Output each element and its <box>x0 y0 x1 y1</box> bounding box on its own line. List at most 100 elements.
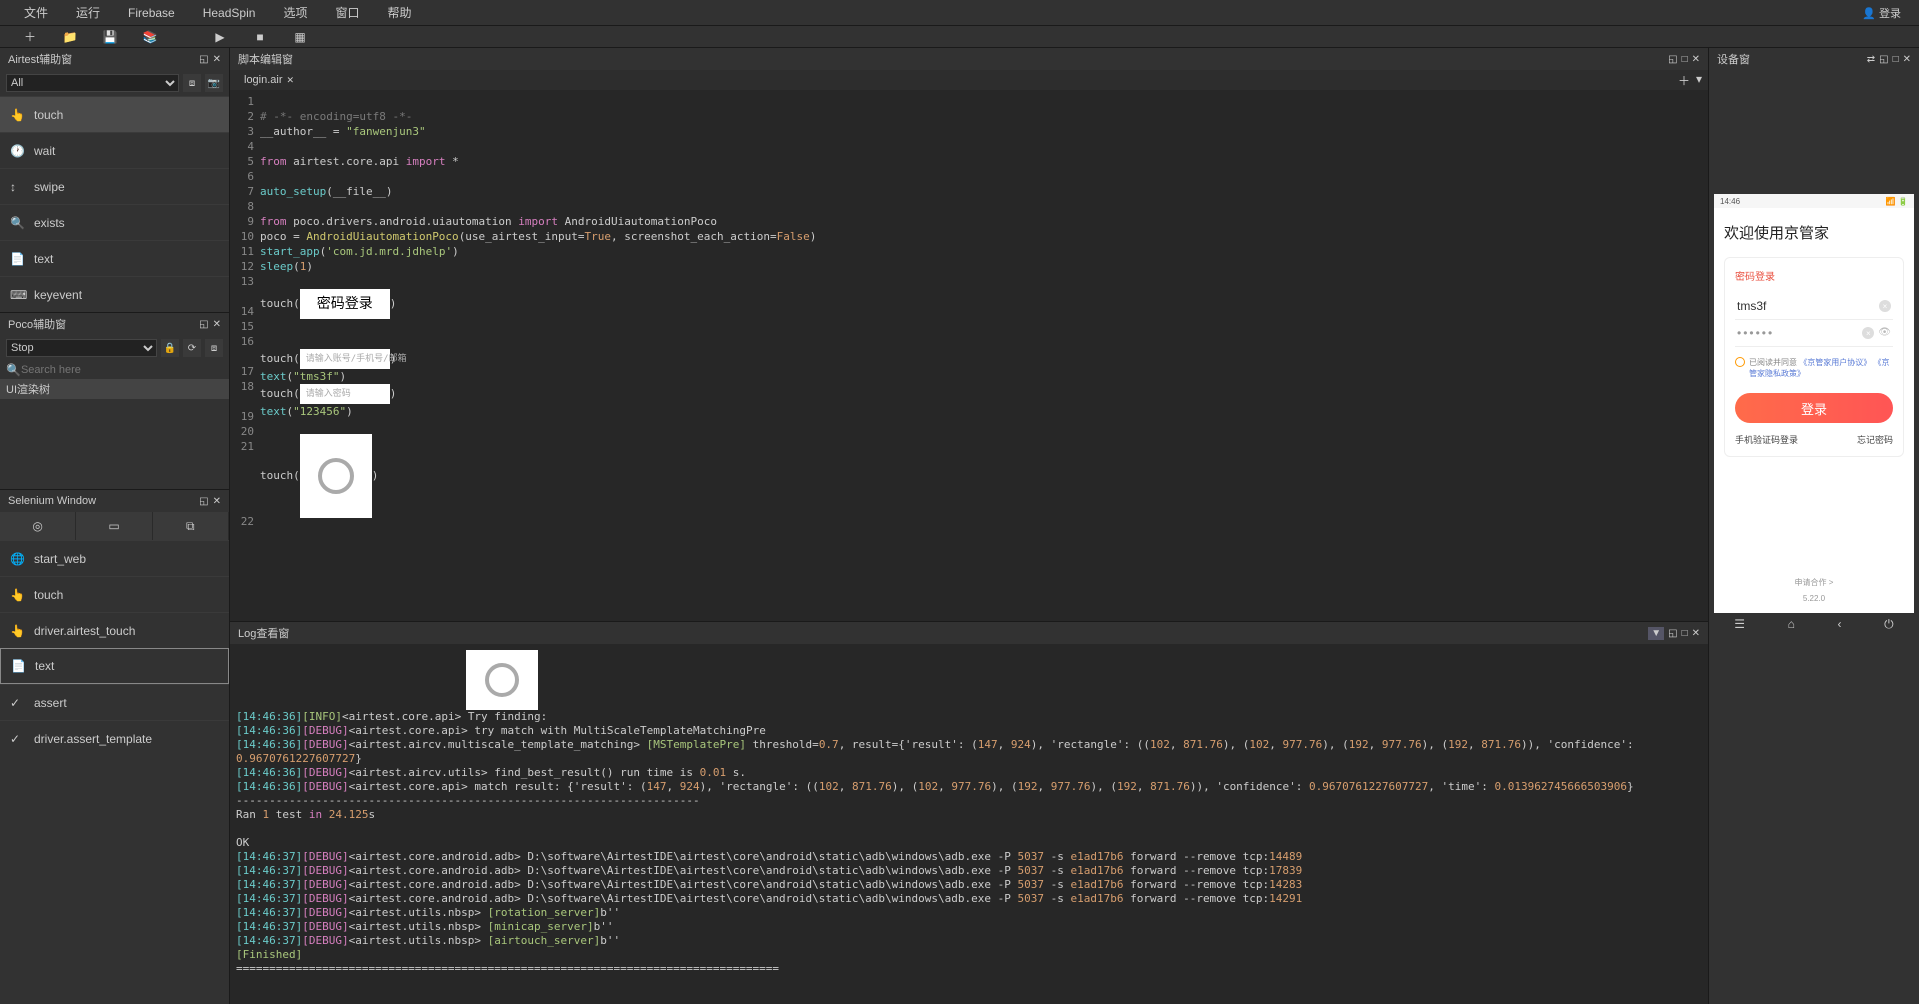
maximize-icon[interactable]: □ <box>1893 54 1899 65</box>
report-button[interactable]: ▦ <box>280 30 320 44</box>
poco-mode-select[interactable]: Stop <box>6 339 157 357</box>
selenium-item-assert-template[interactable]: ✓driver.assert_template <box>0 720 229 756</box>
selenium-window-button[interactable]: ▭ <box>76 512 152 540</box>
log-output[interactable]: [14:46:36][INFO]<airtest.core.api> Try f… <box>230 644 1708 1004</box>
poco-search-input[interactable] <box>21 364 223 376</box>
selenium-item-startweb[interactable]: 🌐start_web <box>0 540 229 576</box>
airtest-panel-title: Airtest辅助窗 <box>8 51 72 67</box>
phone-login-tab[interactable]: 密码登录 <box>1735 268 1775 283</box>
close-icon[interactable]: ✕ <box>213 496 221 507</box>
new-file-button[interactable]: ＋ <box>10 28 50 45</box>
phone-status-bar: 14:46 📶 🔋 <box>1714 194 1914 208</box>
poco-ui-tree[interactable]: UI渲染树 <box>0 379 229 399</box>
maximize-icon[interactable]: □ <box>1682 54 1688 65</box>
template-image-password[interactable]: 请输入密码 <box>300 384 390 404</box>
editor-panel-title: 脚本编辑窗 <box>238 51 293 67</box>
selenium-item-touch[interactable]: 👆touch <box>0 576 229 612</box>
phone-nav-menu[interactable]: ☰ <box>1734 617 1745 632</box>
phone-sms-login-link[interactable]: 手机验证码登录 <box>1735 433 1798 446</box>
phone-apply-link[interactable]: 申请合作 > <box>1724 577 1904 588</box>
tab-close-icon[interactable]: ✕ <box>287 75 295 86</box>
selenium-item-assert[interactable]: ✓assert <box>0 684 229 720</box>
close-icon[interactable]: ✕ <box>1692 628 1700 639</box>
terms-checkbox[interactable] <box>1735 357 1745 367</box>
airtest-filter-select[interactable]: All <box>6 74 179 92</box>
login-link[interactable]: 👤 登录 <box>1854 5 1909 21</box>
airtest-item-exists[interactable]: 🔍exists <box>0 204 229 240</box>
airtest-item-swipe[interactable]: ↕swipe <box>0 168 229 204</box>
run-button[interactable]: ▶ <box>200 30 240 44</box>
menu-firebase[interactable]: Firebase <box>114 6 189 20</box>
menu-file[interactable]: 文件 <box>10 4 62 21</box>
selenium-panel: Selenium Window ◱✕ ◎ ▭ ⧉ 🌐start_web 👆tou… <box>0 489 229 1004</box>
menu-headspin[interactable]: HeadSpin <box>189 6 270 20</box>
menu-window[interactable]: 窗口 <box>321 4 373 21</box>
airtest-command-list: 👆touch 🕐wait ↕swipe 🔍exists 📄text ⌨keyev… <box>0 96 229 312</box>
selenium-item-text[interactable]: 📄text <box>0 648 229 684</box>
device-panel-title: 设备窗 <box>1717 51 1750 67</box>
terms-link-agreement[interactable]: 《京管家用户协议》 <box>1799 358 1871 367</box>
phone-version: 5.22.0 <box>1724 594 1904 603</box>
maximize-icon[interactable]: □ <box>1682 628 1688 639</box>
undock-icon[interactable]: ◱ <box>199 496 208 507</box>
template-image-username[interactable]: 请输入账号/手机号/邮箱 <box>300 349 390 369</box>
editor-tab[interactable]: login.air✕ <box>236 74 302 86</box>
filter-icon[interactable]: ▼ <box>1648 627 1664 640</box>
menu-options[interactable]: 选项 <box>269 4 321 21</box>
template-image-pwdlogin[interactable]: 密码登录 <box>300 289 390 319</box>
close-icon[interactable]: ✕ <box>213 54 221 65</box>
phone-nav-home[interactable]: ⌂ <box>1788 617 1795 632</box>
add-tab-button[interactable]: ＋ <box>1678 72 1690 89</box>
undock-icon[interactable]: ◱ <box>1668 628 1677 639</box>
selenium-inspect-button[interactable]: ⧉ <box>153 512 229 540</box>
password-value: •••••• <box>1737 326 1774 340</box>
stop-button[interactable]: ■ <box>240 30 280 44</box>
airtest-camera-button[interactable]: 📷 <box>205 74 223 92</box>
undock-icon[interactable]: ◱ <box>199 54 208 65</box>
gutter: 12345678910111213 141516 1718 192021 22 <box>230 90 260 621</box>
toggle-icon[interactable]: ⇄ <box>1867 54 1875 65</box>
label: assert <box>34 696 67 710</box>
open-folder-button[interactable]: 📁 <box>50 30 90 44</box>
phone-username-input[interactable]: tms3f × <box>1735 293 1893 320</box>
save-button[interactable]: 💾 <box>90 30 130 44</box>
undock-icon[interactable]: ◱ <box>1668 54 1677 65</box>
label: keyevent <box>34 288 82 302</box>
poco-refresh-button[interactable]: ⟳ <box>183 339 201 357</box>
clear-icon[interactable]: × <box>1879 300 1891 312</box>
close-icon[interactable]: ✕ <box>213 319 221 330</box>
menu-help[interactable]: 帮助 <box>373 4 425 21</box>
eye-icon[interactable]: 👁 <box>1878 327 1891 339</box>
clear-icon[interactable]: × <box>1862 327 1874 339</box>
close-icon[interactable]: ✕ <box>1692 54 1700 65</box>
label: wait <box>34 144 55 158</box>
device-screen[interactable]: 14:46 📶 🔋 欢迎使用京管家 密码登录 tms3f × •••••• ×👁 <box>1713 74 1915 1000</box>
phone-login-button[interactable]: 登录 <box>1735 393 1893 423</box>
airtest-record-button[interactable]: ⧈ <box>183 74 201 92</box>
poco-lock-button[interactable]: 🔒 <box>161 339 179 357</box>
template-image-loading[interactable] <box>300 434 372 518</box>
undock-icon[interactable]: ◱ <box>1879 54 1888 65</box>
phone-nav-back[interactable]: ‹ <box>1838 617 1842 632</box>
airtest-item-wait[interactable]: 🕐wait <box>0 132 229 168</box>
undock-icon[interactable]: ◱ <box>199 319 208 330</box>
poco-panel-title: Poco辅助窗 <box>8 316 66 332</box>
phone-password-input[interactable]: •••••• × 👁 <box>1735 320 1893 347</box>
airtest-item-touch[interactable]: 👆touch <box>0 96 229 132</box>
airtest-item-text[interactable]: 📄text <box>0 240 229 276</box>
airtest-item-keyevent[interactable]: ⌨keyevent <box>0 276 229 312</box>
username-value: tms3f <box>1737 299 1766 313</box>
code-editor[interactable]: 12345678910111213 141516 1718 192021 22 … <box>230 90 1708 621</box>
tab-menu-button[interactable]: ▾ <box>1696 72 1702 89</box>
phone-nav-power[interactable]: ⏻ <box>1884 617 1894 632</box>
close-icon[interactable]: ✕ <box>1903 54 1911 65</box>
airtest-panel: Airtest辅助窗 ◱ ✕ All ⧈ 📷 👆touch 🕐wait ↕swip… <box>0 48 229 312</box>
toolbar: ＋ 📁 💾 📚 ▶ ■ ▦ <box>0 26 1919 48</box>
poco-record-button[interactable]: ⧈ <box>205 339 223 357</box>
menu-run[interactable]: 运行 <box>62 4 114 21</box>
selenium-item-airtest-touch[interactable]: 👆driver.airtest_touch <box>0 612 229 648</box>
selenium-chrome-button[interactable]: ◎ <box>0 512 76 540</box>
phone-forgot-link[interactable]: 忘记密码 <box>1857 433 1893 446</box>
log-panel-title: Log查看窗 <box>238 625 289 641</box>
save-all-button[interactable]: 📚 <box>130 30 170 44</box>
